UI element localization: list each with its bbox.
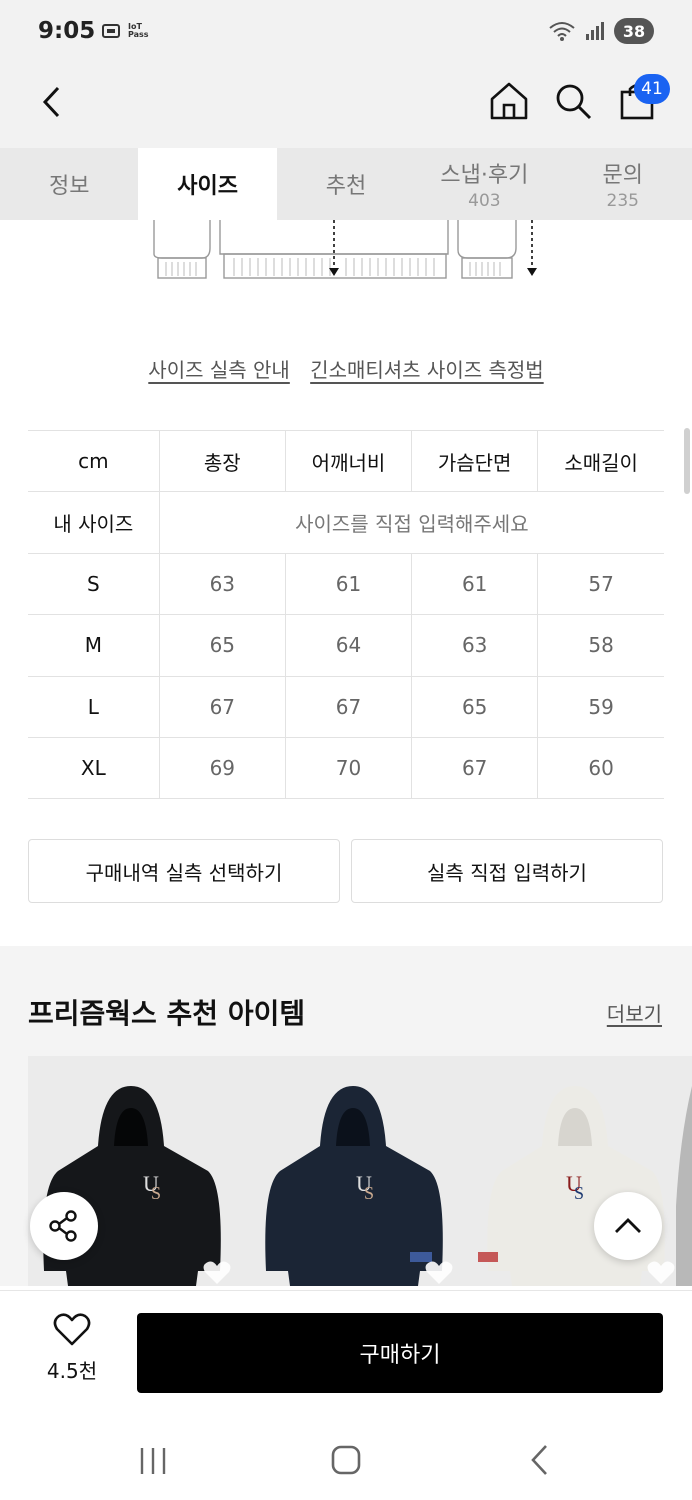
status-bar: 9:05 IoT Pass 38 [0, 0, 692, 62]
size-table: cm 총장 어깨너비 가슴단면 소매길이 내 사이즈 사이즈를 직접 입력해주세… [28, 429, 664, 800]
svg-text:S: S [574, 1183, 584, 1203]
scroll-to-top-button[interactable] [594, 1192, 662, 1260]
nav-back-icon[interactable] [528, 1444, 552, 1476]
battery-indicator: 38 [614, 18, 654, 44]
tab-recommend[interactable]: 추천 [277, 148, 415, 220]
table-row: L 67 67 65 59 [28, 675, 664, 738]
table-cell: 70 [285, 736, 413, 800]
wifi-icon [549, 22, 575, 41]
size-label: L [28, 675, 160, 738]
product-image [676, 1086, 692, 1286]
status-right: 38 [548, 18, 654, 44]
status-time: 9:05 [38, 18, 96, 44]
table-row: S 63 61 61 57 [28, 552, 664, 616]
like-count: 4.5천 [46, 1359, 98, 1383]
table-cell: 60 [537, 736, 664, 800]
table-cell: 64 [285, 614, 413, 677]
table-header-cell: 가슴단면 [411, 429, 539, 493]
table-cell: 67 [159, 675, 286, 738]
search-button[interactable] [550, 78, 596, 124]
tab-review-count: 403 [468, 191, 501, 211]
svg-text:S: S [364, 1183, 374, 1203]
direct-input-button[interactable]: 실측 직접 입력하기 [351, 839, 663, 903]
product-carousel: U S U S U S [28, 1056, 692, 1286]
nav-home-icon[interactable] [330, 1444, 362, 1476]
tab-inquiry-count: 235 [606, 191, 639, 211]
signal-icon [586, 22, 604, 40]
share-icon [49, 1210, 77, 1242]
recommend-section: 프리즘웍스 추천 아이템 더보기 U S U S U S [0, 946, 692, 1286]
status-left-icons: IoT Pass [100, 20, 149, 42]
select-purchase-history-button[interactable]: 구매내역 실측 선택하기 [28, 839, 340, 903]
iot-pass-icon: IoT Pass [128, 22, 149, 39]
recent-apps-icon[interactable] [138, 1446, 168, 1476]
product-card[interactable]: U S [250, 1056, 460, 1286]
svg-text:S: S [151, 1183, 161, 1203]
table-row: XL 69 70 67 60 [28, 736, 664, 800]
heart-icon[interactable] [202, 1260, 232, 1286]
table-cell: 63 [159, 552, 286, 616]
table-header-row: cm 총장 어깨너비 가슴단면 소매길이 [28, 429, 664, 493]
tab-info[interactable]: 정보 [0, 148, 138, 220]
size-label: M [28, 614, 160, 677]
table-cell: 61 [285, 552, 413, 616]
heart-icon[interactable] [424, 1260, 454, 1286]
tab-snap-review[interactable]: 스냅·후기 403 [415, 148, 553, 220]
home-icon [490, 82, 528, 120]
my-size-input-prompt[interactable]: 사이즈를 직접 입력해주세요 [159, 491, 664, 554]
scrollbar[interactable] [684, 428, 690, 494]
chevron-left-icon [42, 86, 60, 118]
table-cell: 65 [159, 614, 286, 677]
measurement-diagram [153, 220, 537, 279]
chevron-up-icon [615, 1218, 641, 1233]
system-nav-bar [0, 1420, 692, 1500]
buy-button[interactable]: 구매하기 [137, 1313, 663, 1393]
tab-bar: 정보 사이즈 추천 스냅·후기 403 문의 235 [0, 148, 692, 220]
size-guide-links: 사이즈 실측 안내 긴소매티셔츠 사이즈 측정법 [0, 354, 692, 383]
more-link[interactable]: 더보기 [607, 998, 662, 1027]
measure-method-link[interactable]: 긴소매티셔츠 사이즈 측정법 [310, 358, 544, 382]
product-card[interactable]: U S [472, 1056, 682, 1286]
app-header: 41 [0, 62, 692, 148]
my-size-row: 내 사이즈 사이즈를 직접 입력해주세요 [28, 491, 664, 554]
screenshot-icon [102, 24, 120, 38]
table-cell: 61 [411, 552, 539, 616]
search-icon [556, 84, 592, 120]
purchase-bar: 4.5천 구매하기 [0, 1290, 692, 1420]
product-card[interactable] [676, 1056, 692, 1286]
product-image: U S [478, 1086, 665, 1286]
cart-count-badge: 41 [634, 74, 670, 104]
table-cell: 65 [411, 675, 539, 738]
table-header-cell: 어깨너비 [285, 429, 413, 493]
heart-outline-icon [53, 1313, 91, 1346]
like-button[interactable]: 4.5천 [36, 1313, 108, 1384]
section-title: 프리즘웍스 추천 아이템 [28, 997, 306, 1030]
table-cell: 63 [411, 614, 539, 677]
table-row: M 65 64 63 58 [28, 614, 664, 677]
table-header-cell: cm [28, 429, 160, 493]
size-guide-link[interactable]: 사이즈 실측 안내 [148, 358, 290, 382]
table-cell: 58 [537, 614, 664, 677]
table-header-cell: 소매길이 [537, 429, 664, 493]
heart-icon[interactable] [646, 1260, 676, 1286]
table-cell: 67 [411, 736, 539, 800]
size-label: S [28, 552, 160, 616]
tab-inquiry[interactable]: 문의 235 [554, 148, 692, 220]
table-cell: 57 [537, 552, 664, 616]
table-cell: 59 [537, 675, 664, 738]
my-size-label: 내 사이즈 [28, 491, 160, 554]
table-cell: 69 [159, 736, 286, 800]
table-cell: 67 [285, 675, 413, 738]
product-image: U S [265, 1086, 443, 1286]
home-button[interactable] [486, 78, 532, 124]
back-button[interactable] [30, 80, 74, 124]
tab-size[interactable]: 사이즈 [138, 148, 277, 220]
size-label: XL [28, 736, 160, 800]
table-header-cell: 총장 [159, 429, 286, 493]
share-button[interactable] [30, 1192, 98, 1260]
